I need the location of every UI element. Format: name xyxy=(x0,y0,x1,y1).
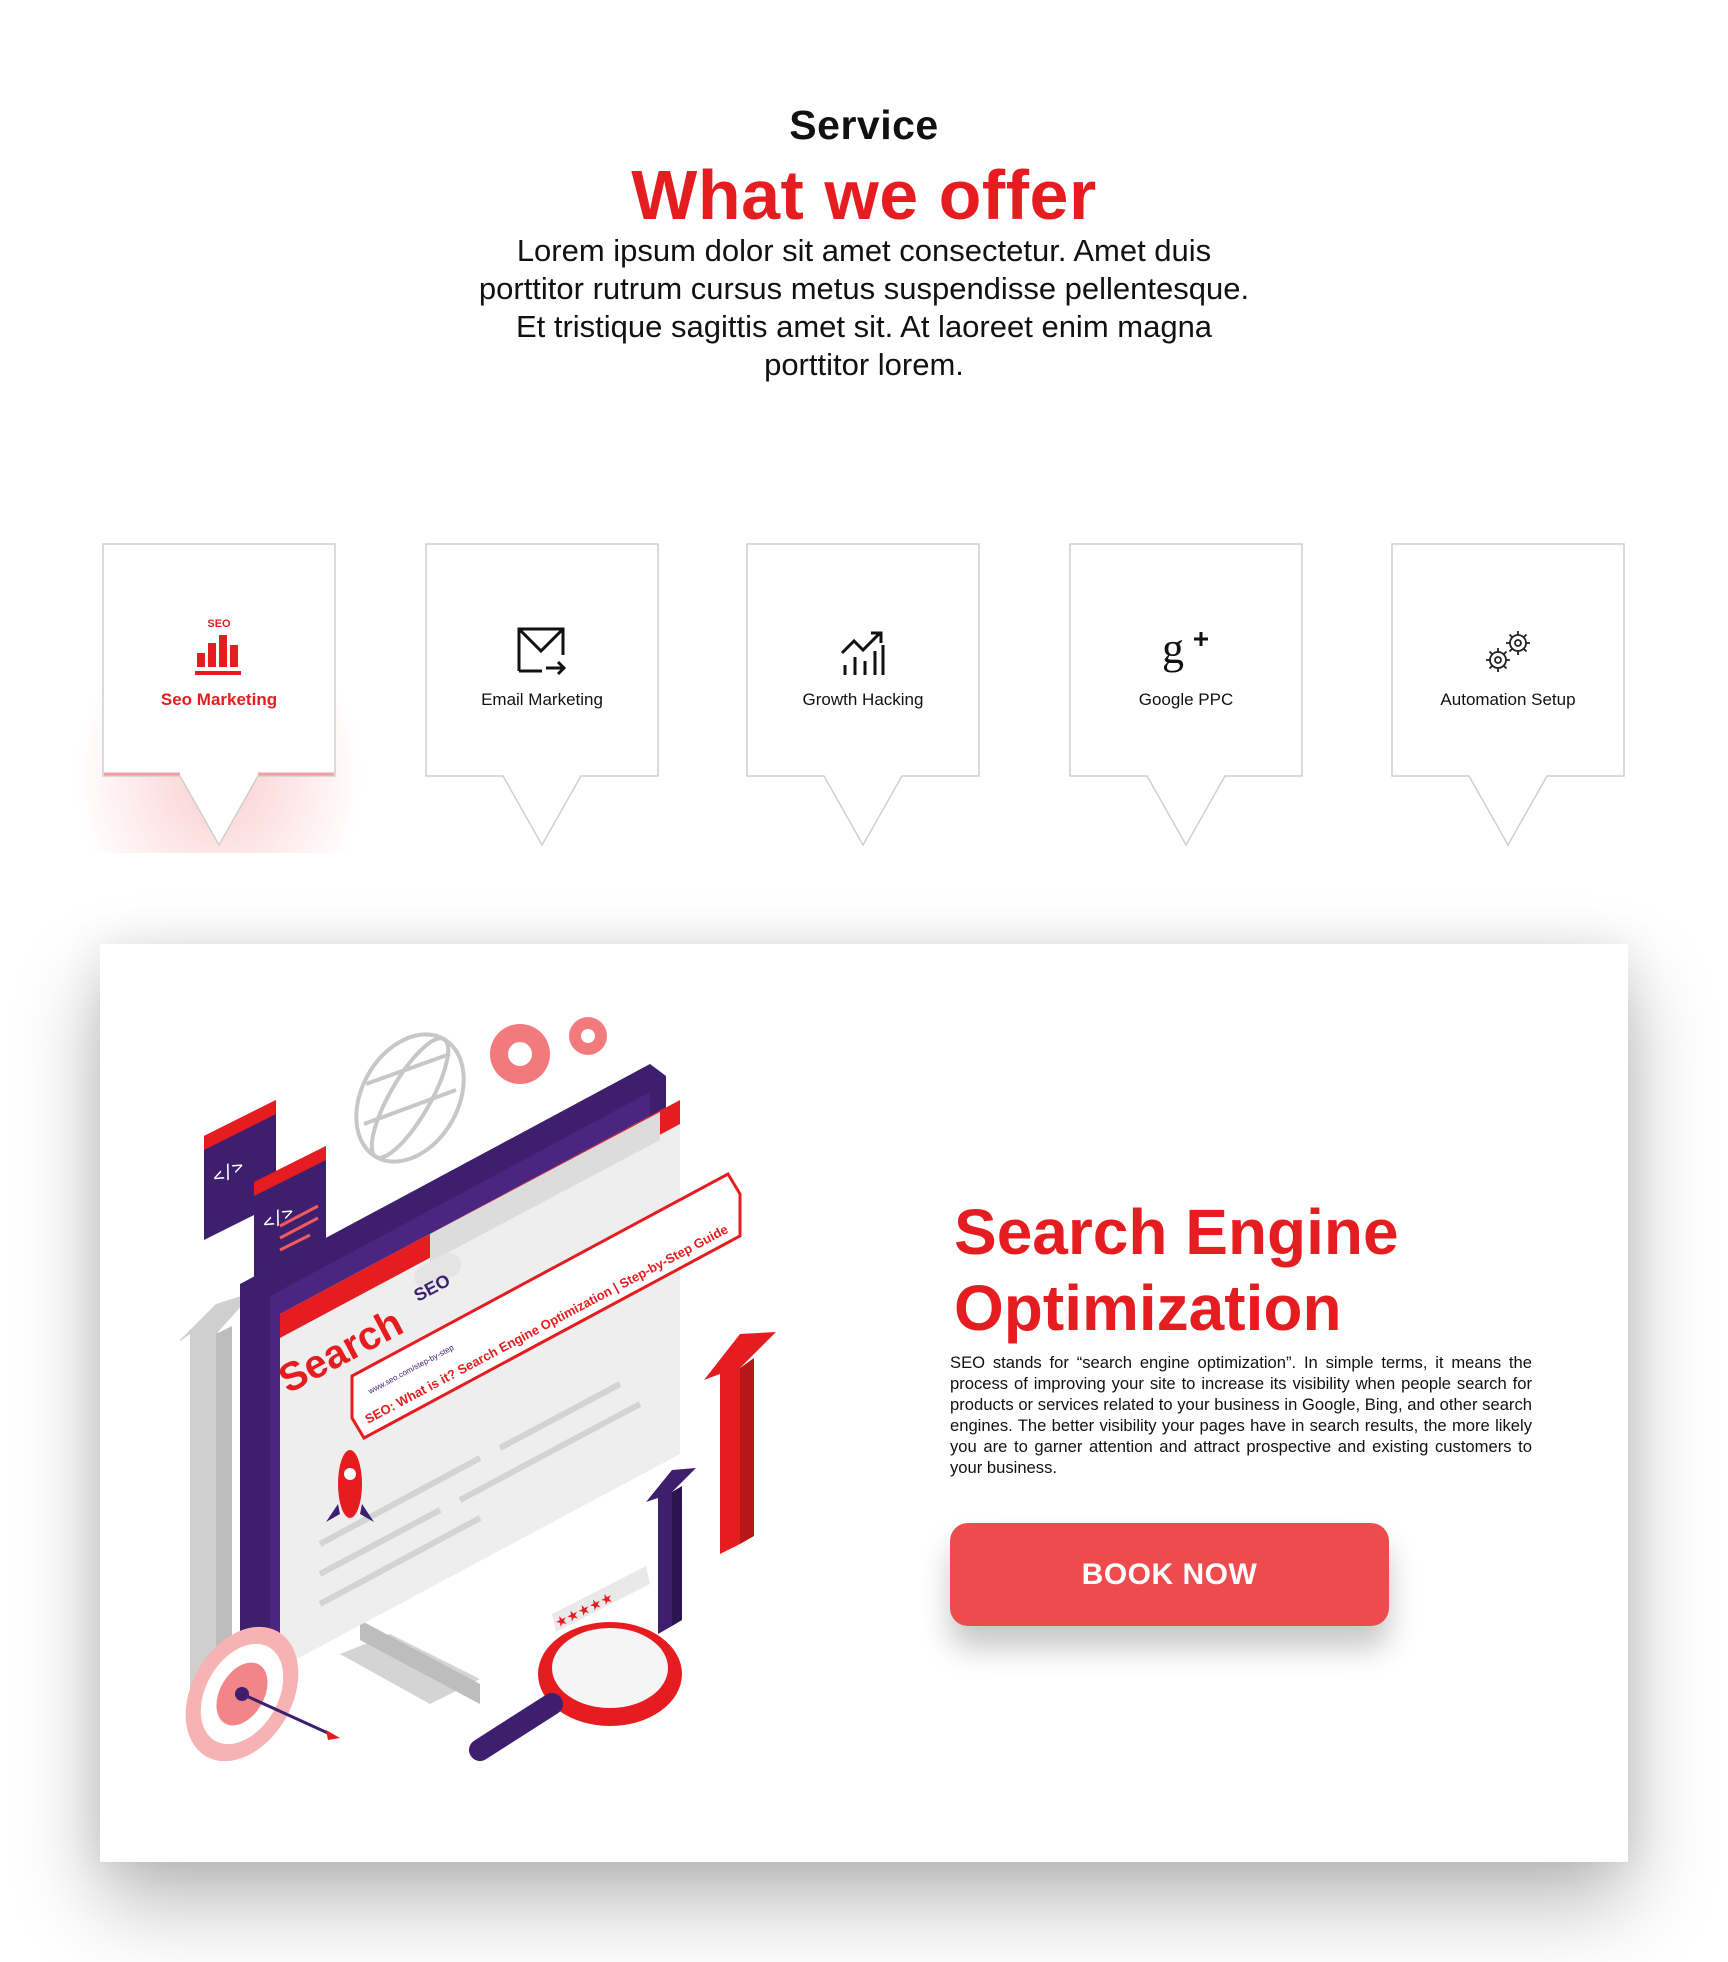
service-tab-email-marketing[interactable]: Email Marketing xyxy=(425,543,659,847)
service-tab-seo-marketing[interactable]: SEO Seo Marketing xyxy=(62,543,376,853)
globe-icon xyxy=(354,1032,466,1164)
detail-title-line2: Optimization xyxy=(954,1272,1342,1344)
service-detail-panel: </> </> Search SEO www.seo.com/step-by-s… xyxy=(100,944,1628,1862)
detail-title-line1: Search Engine xyxy=(954,1196,1399,1268)
growth-chart-icon xyxy=(746,615,980,677)
service-tab-label: Google PPC xyxy=(1138,690,1234,709)
service-tabs: SEO Seo Marketing Email Marketing Growth… xyxy=(0,543,1728,853)
service-tab-label: Automation Setup xyxy=(1440,690,1576,709)
service-tab-automation-setup[interactable]: Automation Setup xyxy=(1391,543,1625,847)
service-tab-growth-hacking[interactable]: Growth Hacking xyxy=(746,543,980,847)
gear-icon xyxy=(490,1017,607,1084)
rating-stars-icon: ★★★★★ xyxy=(552,1566,650,1632)
section-eyebrow: Service xyxy=(789,102,939,148)
detail-title: Search Engine Optimization xyxy=(954,1194,1554,1346)
detail-description: SEO stands for “search engine optimizati… xyxy=(950,1353,1532,1477)
service-tab-label: Growth Hacking xyxy=(802,690,924,709)
up-arrow-red xyxy=(704,1332,776,1554)
up-arrow-purple xyxy=(646,1468,696,1634)
google-plus-icon: g xyxy=(1069,615,1303,677)
email-forward-icon xyxy=(425,615,659,677)
service-tab-google-ppc[interactable]: g Google PPC xyxy=(1069,543,1303,847)
section-intro: Lorem ipsum dolor sit amet consectetur. … xyxy=(478,233,1250,382)
service-tab-label: Email Marketing xyxy=(481,690,603,709)
gears-icon xyxy=(1391,615,1625,677)
magnifier-icon xyxy=(469,1622,682,1761)
seo-illustration: </> </> Search SEO www.seo.com/step-by-s… xyxy=(180,1017,776,1762)
section-title: What we offer xyxy=(631,156,1097,234)
seo-bar-chart-icon: SEO xyxy=(102,615,336,677)
book-now-button[interactable]: BOOK NOW xyxy=(950,1523,1389,1626)
service-tab-label: Seo Marketing xyxy=(160,690,278,709)
section-header: Service What we offer Lorem ipsum dolor … xyxy=(0,96,1728,384)
svg-text:SEO: SEO xyxy=(207,618,231,630)
svg-text:g: g xyxy=(1162,625,1184,673)
